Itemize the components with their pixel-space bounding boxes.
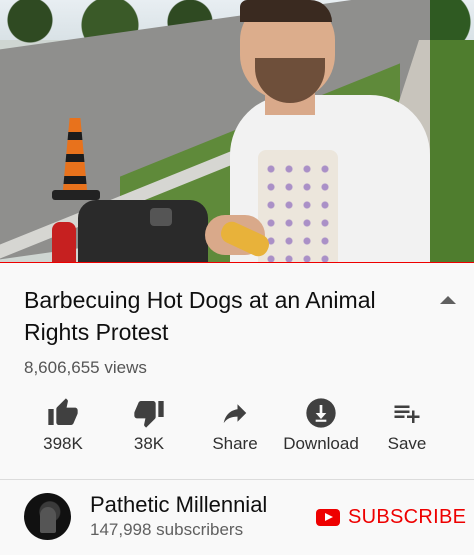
video-progress-bar[interactable] [0,262,474,263]
traffic-cone-base [52,190,100,200]
youtube-logo-icon [316,508,340,526]
ketchup-bottle [52,222,76,263]
download-label: Download [283,434,359,453]
person-hair [240,0,332,22]
view-count: 8,606,655 views [24,358,147,377]
download-icon [306,398,336,428]
download-button[interactable]: Download [276,396,366,454]
portable-grill [78,200,208,263]
avatar-figure [40,507,56,533]
grass-right [430,40,474,263]
save-button[interactable]: Save [362,396,452,454]
playlist-add-icon [394,405,420,423]
divider [0,479,474,480]
like-count: 398K [43,434,83,453]
grill-handle [150,208,172,226]
subscriber-count: 147,998 subscribers [90,520,244,539]
video-player[interactable] [0,0,474,263]
like-button[interactable]: 398K [18,396,108,454]
collapse-details-icon[interactable] [440,296,456,304]
dislike-button[interactable]: 38K [104,396,194,454]
share-arrow-icon [223,404,247,423]
subscribe-button[interactable]: SUBSCRIBE [316,505,466,529]
action-bar: 398K 38K Share Download Save [0,396,474,466]
thumbs-down-icon [134,401,164,428]
channel-avatar[interactable] [24,493,71,540]
save-label: Save [387,434,427,453]
share-label: Share [212,434,258,453]
share-button[interactable]: Share [190,396,280,454]
dislike-count: 38K [133,434,165,453]
video-progress-fill [0,262,474,263]
apron-butterfly-pattern [262,160,334,263]
thumbs-up-icon [48,398,78,425]
subscribe-label: SUBSCRIBE [348,505,467,528]
video-title[interactable]: Barbecuing Hot Dogs at an Animal Rights … [24,284,424,348]
channel-name[interactable]: Pathetic Millennial [90,492,267,518]
